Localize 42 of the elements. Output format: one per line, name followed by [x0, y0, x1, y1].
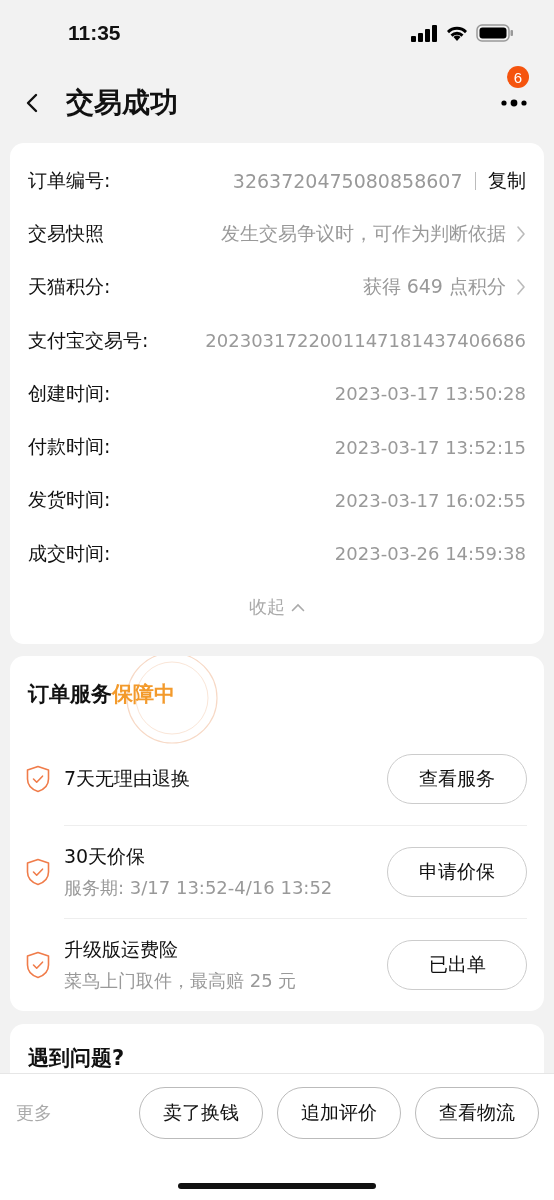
field-value: 2023031722001147181437406686: [205, 330, 526, 352]
field-label: 付款时间:: [28, 434, 111, 460]
action-button[interactable]: 卖了换钱: [139, 1087, 263, 1139]
field-value: 2023-03-17 16:02:55: [334, 489, 526, 511]
service-name: 7天无理由退换: [64, 765, 192, 791]
field-label: 支付宝交易号:: [28, 327, 149, 353]
field-label: 订单编号:: [28, 167, 111, 193]
service-detail: 菜鸟上门取件，最高赔 25 元: [64, 969, 298, 994]
service-name: 30天价保: [64, 844, 147, 870]
field-value: 2023-03-17 13:52:15: [334, 436, 526, 458]
chevron-right-icon: [516, 278, 526, 297]
chevron-up-icon: [291, 602, 305, 612]
back-icon[interactable]: [26, 93, 38, 113]
service-detail: 服务期: 3/17 13:52-4/16 13:52: [64, 876, 334, 901]
service-button[interactable]: 查看服务: [387, 753, 527, 804]
shield-check-icon: [26, 950, 50, 979]
service-button[interactable]: 申请价保: [387, 847, 527, 898]
field-label: 发货时间:: [28, 487, 111, 513]
signal-icon: [411, 24, 438, 42]
shield-check-icon: [26, 857, 50, 886]
battery-icon: [476, 24, 514, 42]
service-button[interactable]: 已出单: [387, 940, 527, 991]
section-title: 订单服务保障中: [28, 681, 175, 709]
action-button[interactable]: 追加评价: [277, 1087, 401, 1139]
field-value: 3263720475080858607: [232, 169, 463, 192]
wifi-icon: [445, 24, 469, 42]
chevron-right-icon: [516, 224, 526, 243]
more-icon[interactable]: [500, 99, 528, 107]
service-name: 升级版运费险: [64, 937, 179, 963]
field-label: 天猫积分:: [28, 274, 111, 300]
notification-badge: 6: [507, 66, 529, 88]
copy-link[interactable]: 复制: [488, 167, 526, 194]
action-button[interactable]: 查看物流: [415, 1087, 539, 1139]
field-label: 创建时间:: [28, 380, 111, 406]
field-value: 2023-03-17 13:50:28: [334, 383, 526, 405]
status-time: 11:35: [68, 21, 121, 45]
page-title: 交易成功: [66, 85, 179, 121]
section-title: 遇到问题?: [28, 1046, 125, 1071]
field-label: 成交时间:: [28, 540, 111, 566]
field-label: 交易快照: [28, 220, 104, 246]
shield-check-icon: [26, 764, 50, 793]
field-value: 2023-03-26 14:59:38: [334, 543, 526, 565]
